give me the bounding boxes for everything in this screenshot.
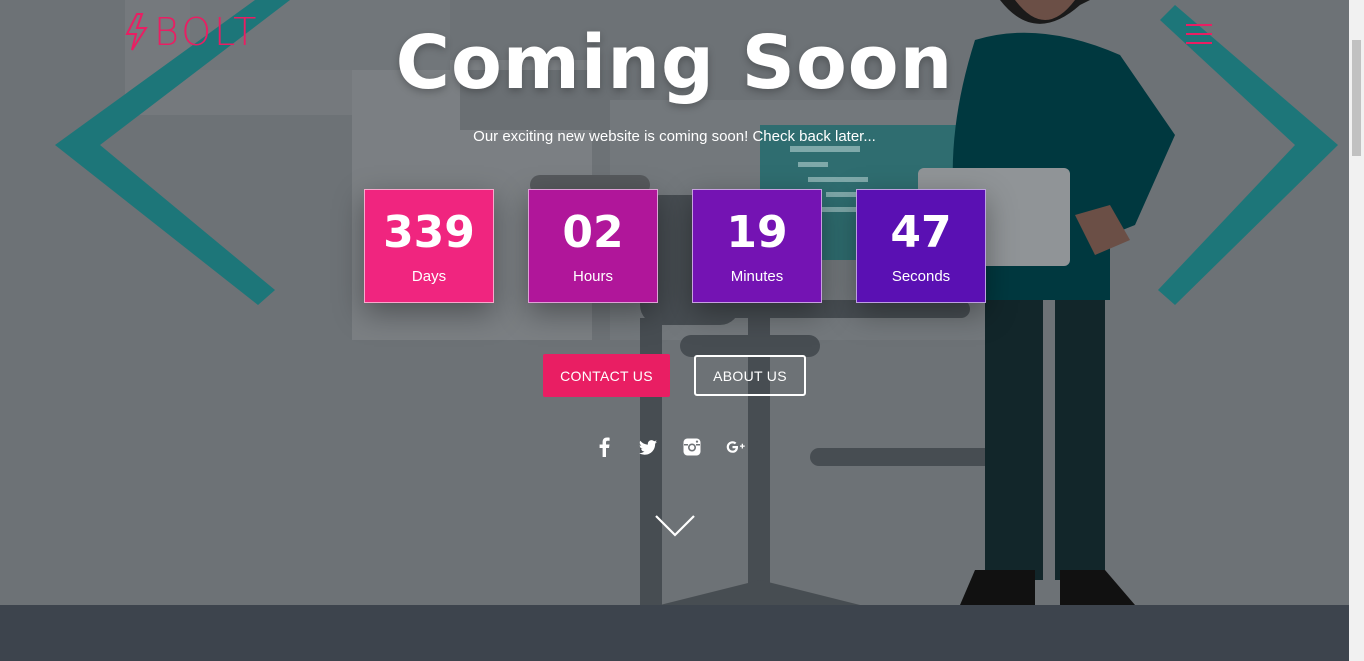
- countdown-label: Minutes: [730, 268, 784, 285]
- countdown-timer: 339 Days 02 Hours 19 Minutes 47 Seconds: [364, 189, 986, 303]
- countdown-minutes: 19 Minutes: [692, 189, 822, 303]
- page-title: Coming Soon: [395, 20, 954, 106]
- countdown-label: Days: [411, 268, 447, 285]
- social-links: [594, 436, 746, 458]
- scrollbar-thumb[interactable]: [1352, 40, 1361, 156]
- google-plus-icon[interactable]: [726, 436, 746, 458]
- countdown-seconds: 47 Seconds: [856, 189, 986, 303]
- instagram-icon[interactable]: [682, 436, 702, 458]
- page-scrollbar[interactable]: [1349, 0, 1364, 661]
- countdown-value: 47: [890, 207, 952, 258]
- chevron-down-icon[interactable]: [655, 514, 695, 543]
- countdown-value: 02: [562, 207, 624, 258]
- countdown-hours: 02 Hours: [528, 189, 658, 303]
- countdown-value: 19: [726, 207, 788, 258]
- countdown-days: 339 Days: [364, 189, 494, 303]
- action-buttons: CONTACT US ABOUT US: [543, 354, 806, 397]
- countdown-value: 339: [383, 207, 475, 258]
- twitter-icon[interactable]: [638, 436, 658, 458]
- countdown-label: Hours: [572, 268, 613, 285]
- countdown-label: Seconds: [891, 268, 951, 285]
- page-subtitle: Our exciting new website is coming soon!…: [473, 128, 876, 145]
- about-us-button[interactable]: ABOUT US: [694, 355, 806, 396]
- facebook-icon[interactable]: [594, 436, 614, 458]
- hero-section: BOLT Coming Soon Our exciting new websit…: [0, 0, 1349, 605]
- contact-us-button[interactable]: CONTACT US: [543, 354, 670, 397]
- next-section: [0, 605, 1349, 661]
